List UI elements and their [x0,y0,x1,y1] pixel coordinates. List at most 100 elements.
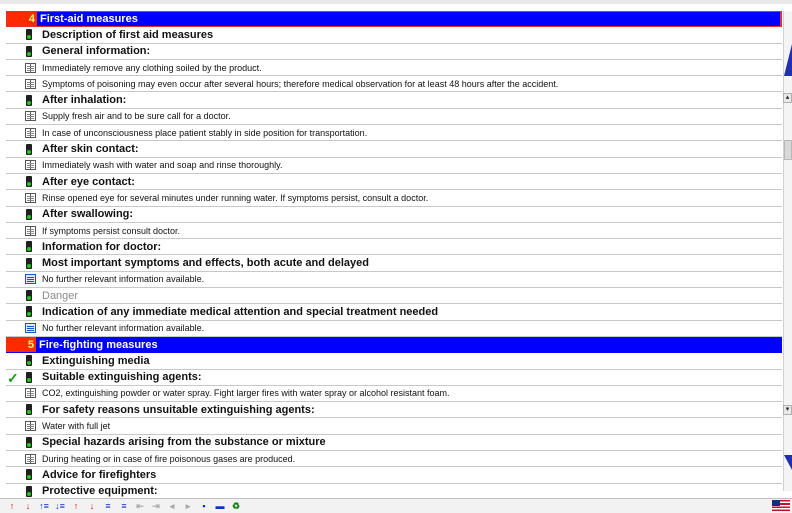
heading-row[interactable]: For safety reasons unsuitable extinguish… [6,402,782,419]
row-gutter [6,207,24,222]
row-text: Immediately remove any clothing soiled b… [42,62,262,73]
row-text: Symptoms of poisoning may even occur aft… [42,78,559,89]
row-text: Immediately wash with water and soap and… [42,160,283,171]
heading-row[interactable]: Information for doctor: [6,239,782,256]
row-text: No further relevant information availabl… [42,274,205,285]
row-text: Special hazards arising from the substan… [42,436,326,449]
heading-row[interactable]: After inhalation: [6,92,782,109]
book-icon [24,386,40,401]
row-text: Water with full jet [42,421,111,432]
arrow-up-red-icon[interactable]: ↑ [70,500,82,512]
heading-row[interactable]: Indication of any immediate medical atte… [6,304,782,321]
move-down-list-icon[interactable]: ↓≡ [54,500,66,512]
text-row[interactable]: Immediately wash with water and soap and… [6,158,782,174]
row-text: Protective equipment: [42,485,158,498]
row-text: Information for doctor: [42,240,162,253]
text-row[interactable]: Supply fresh air and to be sure call for… [6,109,782,126]
section-title: Fire-fighting measures [39,338,158,351]
row-gutter [6,44,24,59]
text-row[interactable]: During heating or in case of fire poison… [6,451,782,468]
scroll-up-button[interactable]: ▴ [783,93,792,103]
row-gutter [6,255,24,270]
text-row[interactable]: Rinse opened eye for several minutes und… [6,190,782,207]
traffic-light-icon [24,402,40,417]
move-up-list-icon[interactable]: ↑≡ [38,500,50,512]
heading-row[interactable]: Advice for firefighters [6,467,782,484]
traffic-light-icon [24,370,40,385]
row-gutter [6,418,24,433]
traffic-light-icon [24,435,40,450]
heading-row[interactable]: Most important symptoms and effects, bot… [6,255,782,272]
text-row[interactable]: No further relevant information availabl… [6,321,782,337]
row-text: Supply fresh air and to be sure call for… [42,111,231,122]
row-text: Danger [42,289,79,302]
traffic-light-icon [24,467,40,482]
expand-icon[interactable]: ▸ [182,500,194,512]
collapse-icon[interactable]: ◂ [166,500,178,512]
book-icon [24,418,40,433]
section-header-row[interactable]: 5 Fire-fighting measures [6,336,782,354]
scroll-page-down-icon[interactable] [784,430,792,490]
scroll-page-up-icon[interactable] [784,36,792,96]
scroll-thumb[interactable] [784,140,792,160]
row-text: After swallowing: [42,208,134,221]
row-gutter [6,435,24,450]
heading-row[interactable]: After eye contact: [6,174,782,191]
row-text: Suitable extinguishing agents: [42,371,202,384]
text-row[interactable]: Immediately remove any clothing soiled b… [6,60,782,77]
heading-row[interactable]: After swallowing: [6,207,782,223]
row-text: CO2, extinguishing powder or water spray… [42,388,450,399]
recycle-icon[interactable]: ♻ [230,500,242,512]
list-icon [24,321,40,336]
row-gutter [6,484,24,499]
book-icon [24,190,40,205]
row-text: For safety reasons unsuitable extinguish… [42,403,315,416]
heading-row[interactable]: Extinguishing media [6,353,782,370]
text-row[interactable]: Water with full jet [6,418,782,435]
row-text: During heating or in case of fire poison… [42,453,296,464]
us-flag-icon[interactable] [772,500,790,511]
text-row[interactable]: In case of unconsciousness place patient… [6,125,782,142]
print-icon[interactable]: ▪ [198,500,210,512]
traffic-light-icon [24,141,40,156]
arrow-down-red-icon[interactable]: ↓ [86,500,98,512]
row-gutter [6,386,24,401]
indent-right-icon[interactable]: ⇥ [150,500,162,512]
row-gutter [6,76,24,91]
heading-row[interactable]: Special hazards arising from the substan… [6,435,782,452]
traffic-light-icon [24,239,40,254]
section-header-row[interactable]: 4 First-aid measures [6,11,782,28]
traffic-light-icon [24,484,40,499]
row-text: Advice for firefighters [42,468,157,481]
row-gutter [6,109,24,124]
row-gutter [6,125,24,140]
book-icon [24,109,40,124]
row-gutter [6,451,24,466]
row-text: Indication of any immediate medical atte… [42,305,439,318]
text-row[interactable]: CO2, extinguishing powder or water spray… [6,386,782,403]
text-row[interactable]: Danger [6,288,782,305]
traffic-light-icon [24,353,40,368]
scroll-down-button[interactable]: ▾ [783,405,792,415]
row-text: Description of first aid measures [42,28,214,41]
insert-list-icon[interactable]: ≡ [102,500,114,512]
traffic-light-icon [24,92,40,107]
bottom-toolbar: ↑ ↓ ↑≡ ↓≡ ↑ ↓ ≡ ≡ ⇤ ⇥ ◂ ▸ ▪ ▬ ♻ [0,498,792,513]
row-gutter [6,304,24,319]
text-row[interactable]: If symptoms persist consult doctor. [6,223,782,240]
heading-row[interactable]: After skin contact: [6,141,782,158]
heading-row[interactable]: Description of first aid measures [6,27,782,44]
text-row[interactable]: Symptoms of poisoning may even occur aft… [6,76,782,93]
heading-row[interactable]: General information: [6,44,782,60]
screen-icon[interactable]: ▬ [214,500,226,512]
move-down-red-icon[interactable]: ↓ [22,500,34,512]
row-gutter [6,402,24,417]
row-gutter [6,60,24,75]
indent-left-icon[interactable]: ⇤ [134,500,146,512]
text-row[interactable]: No further relevant information availabl… [6,272,782,289]
heading-row[interactable]: ✓ Suitable extinguishing agents: [6,370,782,386]
row-gutter [6,27,24,42]
move-up-red-icon[interactable]: ↑ [6,500,18,512]
delete-list-icon[interactable]: ≡ [118,500,130,512]
traffic-light-icon [24,288,40,303]
